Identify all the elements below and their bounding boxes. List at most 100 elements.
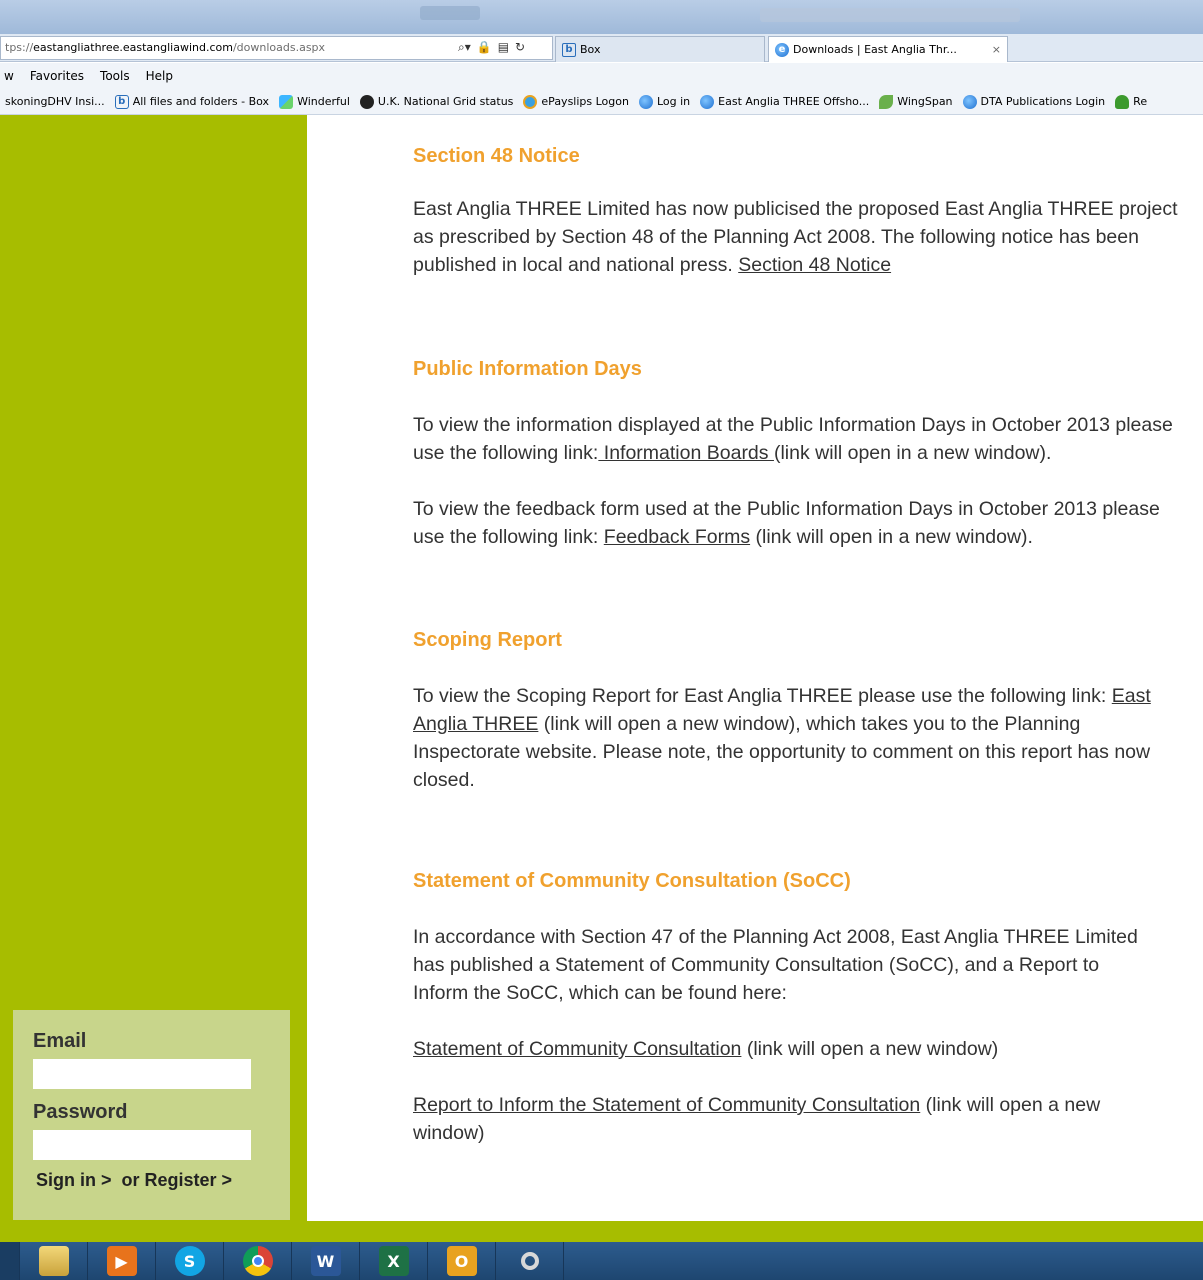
- taskbar-explorer[interactable]: [20, 1242, 88, 1280]
- taskbar-excel[interactable]: X: [360, 1242, 428, 1280]
- favorite-re[interactable]: Re: [1110, 94, 1152, 109]
- password-field[interactable]: [33, 1130, 251, 1160]
- close-icon[interactable]: ×: [992, 38, 1001, 62]
- section-public-information-days: Public Information Days To view the info…: [413, 358, 1188, 551]
- tab-label: Box: [580, 42, 601, 56]
- section-paragraph: To view the Scoping Report for East Angl…: [413, 682, 1173, 794]
- titlebar-blur: [420, 6, 480, 20]
- taskbar-outlook[interactable]: O: [428, 1242, 496, 1280]
- section-paragraph: To view the feedback form used at the Pu…: [413, 495, 1188, 551]
- lock-icon[interactable]: 🔒: [477, 40, 492, 54]
- favorite-label: U.K. National Grid status: [377, 95, 514, 108]
- taskbar-word[interactable]: W: [292, 1242, 360, 1280]
- sign-in-link[interactable]: Sign in >: [36, 1170, 112, 1190]
- paragraph-text: To view the Scoping Report for East Angl…: [413, 685, 1112, 707]
- section-48-notice-link[interactable]: Section 48 Notice: [738, 254, 891, 276]
- tab-box[interactable]: b Box: [555, 36, 765, 62]
- favorite-box[interactable]: b All files and folders - Box: [110, 94, 274, 109]
- paragraph-text: (link will open a new window): [741, 1038, 999, 1060]
- password-label: Password: [33, 1101, 128, 1123]
- address-row: tps://eastangliathree.eastangliawind.com…: [0, 34, 1203, 62]
- media-player-icon: ▶: [106, 1246, 137, 1276]
- favorite-label: ePayslips Logon: [541, 95, 629, 108]
- ie-icon: [700, 94, 715, 109]
- url-host: eastangliathree.eastangliawind.com: [33, 41, 233, 54]
- favorite-winderful[interactable]: Winderful: [274, 94, 355, 109]
- titlebar-blur: [760, 8, 1020, 22]
- favorite-epayslips[interactable]: ePayslips Logon: [518, 94, 634, 109]
- start-area[interactable]: [0, 1242, 20, 1280]
- favorites-bar: skoningDHV Insi... b All files and folder…: [0, 89, 1203, 115]
- favorite-label: Log in: [656, 95, 691, 108]
- information-boards-link[interactable]: Information Boards: [598, 442, 774, 464]
- taskbar-skype[interactable]: S: [156, 1242, 224, 1280]
- report-to-inform-link[interactable]: Report to Inform the Statement of Commun…: [413, 1094, 920, 1116]
- taskbar-media-player[interactable]: ▶: [88, 1242, 156, 1280]
- taskbar-search[interactable]: [496, 1242, 564, 1280]
- ie-icon: e: [775, 42, 789, 57]
- wingspan-icon: [879, 94, 894, 109]
- excel-icon: X: [378, 1246, 409, 1276]
- refresh-icon[interactable]: ↻: [515, 40, 525, 54]
- favorite-label: All files and folders - Box: [132, 95, 270, 108]
- footer-band: [0, 1221, 1203, 1242]
- paragraph-text: (link will open in a new window).: [773, 442, 1052, 464]
- section-48-notice: Section 48 Notice East Anglia THREE Limi…: [413, 145, 1188, 279]
- menu-item-help[interactable]: Help: [138, 69, 181, 83]
- favorite-log-in[interactable]: Log in: [634, 94, 695, 109]
- outlook-icon: O: [446, 1246, 477, 1276]
- window-titlebar: [0, 0, 1203, 34]
- tab-downloads[interactable]: e Downloads | East Anglia Thr... ×: [768, 36, 1008, 62]
- section-heading: Scoping Report: [413, 629, 562, 651]
- winderful-icon: [279, 94, 294, 109]
- search-icon: [515, 1246, 545, 1276]
- epayslips-icon: [523, 94, 538, 109]
- favorite-east-anglia[interactable]: East Anglia THREE Offsho...: [695, 94, 874, 109]
- section-heading: Public Information Days: [413, 358, 642, 380]
- socc-link[interactable]: Statement of Community Consultation: [413, 1038, 741, 1060]
- favorite-national-grid[interactable]: U.K. National Grid status: [355, 94, 518, 109]
- feedback-forms-link[interactable]: Feedback Forms: [604, 526, 750, 548]
- section-paragraph: In accordance with Section 47 of the Pla…: [413, 923, 1153, 1007]
- menu-item-favorites[interactable]: Favorites: [22, 69, 92, 83]
- favorite-label: East Anglia THREE Offsho...: [718, 95, 870, 108]
- section-paragraph: To view the information displayed at the…: [413, 411, 1188, 467]
- favorite-label: DTA Publications Login: [980, 95, 1106, 108]
- section-paragraph: East Anglia THREE Limited has now public…: [413, 195, 1188, 279]
- menu-item-tools[interactable]: Tools: [92, 69, 138, 83]
- favorite-royal-haskoning[interactable]: skoningDHV Insi...: [0, 95, 110, 108]
- chrome-icon: [242, 1246, 273, 1276]
- box-icon: b: [562, 42, 576, 57]
- compat-view-icon[interactable]: ▤: [498, 40, 509, 54]
- search-icon[interactable]: ⌕▾: [458, 40, 471, 55]
- favorite-label: WingSpan: [897, 95, 953, 108]
- url-prefix: tps://: [5, 41, 34, 54]
- section-heading: Statement of Community Consultation (SoC…: [413, 870, 851, 892]
- box-icon: b: [114, 94, 129, 109]
- login-panel: Email Password Sign in > or Register >: [13, 1010, 290, 1220]
- ie-icon: [962, 94, 977, 109]
- tree-icon: [1115, 94, 1130, 109]
- favorite-dta-publications[interactable]: DTA Publications Login: [958, 94, 1111, 109]
- skype-icon: S: [174, 1246, 205, 1276]
- favorite-label: Winderful: [297, 95, 350, 108]
- favorite-wingspan[interactable]: WingSpan: [874, 94, 957, 109]
- email-label: Email: [33, 1030, 87, 1052]
- url-path: /downloads.aspx: [232, 41, 326, 54]
- section-paragraph: Report to Inform the Statement of Commun…: [413, 1091, 1173, 1147]
- section-heading: Section 48 Notice: [413, 145, 580, 167]
- taskbar-chrome[interactable]: [224, 1242, 292, 1280]
- section-socc: Statement of Community Consultation (SoC…: [413, 870, 1173, 1147]
- paragraph-text: (link will open in a new window).: [750, 526, 1033, 548]
- section-scoping-report: Scoping Report To view the Scoping Repor…: [413, 629, 1173, 794]
- explorer-icon: [38, 1246, 69, 1276]
- tab-label: Downloads | East Anglia Thr...: [793, 42, 957, 56]
- email-field[interactable]: [33, 1059, 251, 1089]
- login-actions: Sign in > or Register >: [33, 1170, 270, 1191]
- menu-bar: w Favorites Tools Help: [0, 63, 1203, 89]
- favorite-label: skoningDHV Insi...: [5, 95, 105, 108]
- ie-icon: [638, 94, 653, 109]
- register-link[interactable]: or Register >: [122, 1170, 233, 1190]
- menu-item-view[interactable]: w: [0, 69, 22, 83]
- web-page: Email Password Sign in > or Register > Se…: [0, 115, 1203, 1221]
